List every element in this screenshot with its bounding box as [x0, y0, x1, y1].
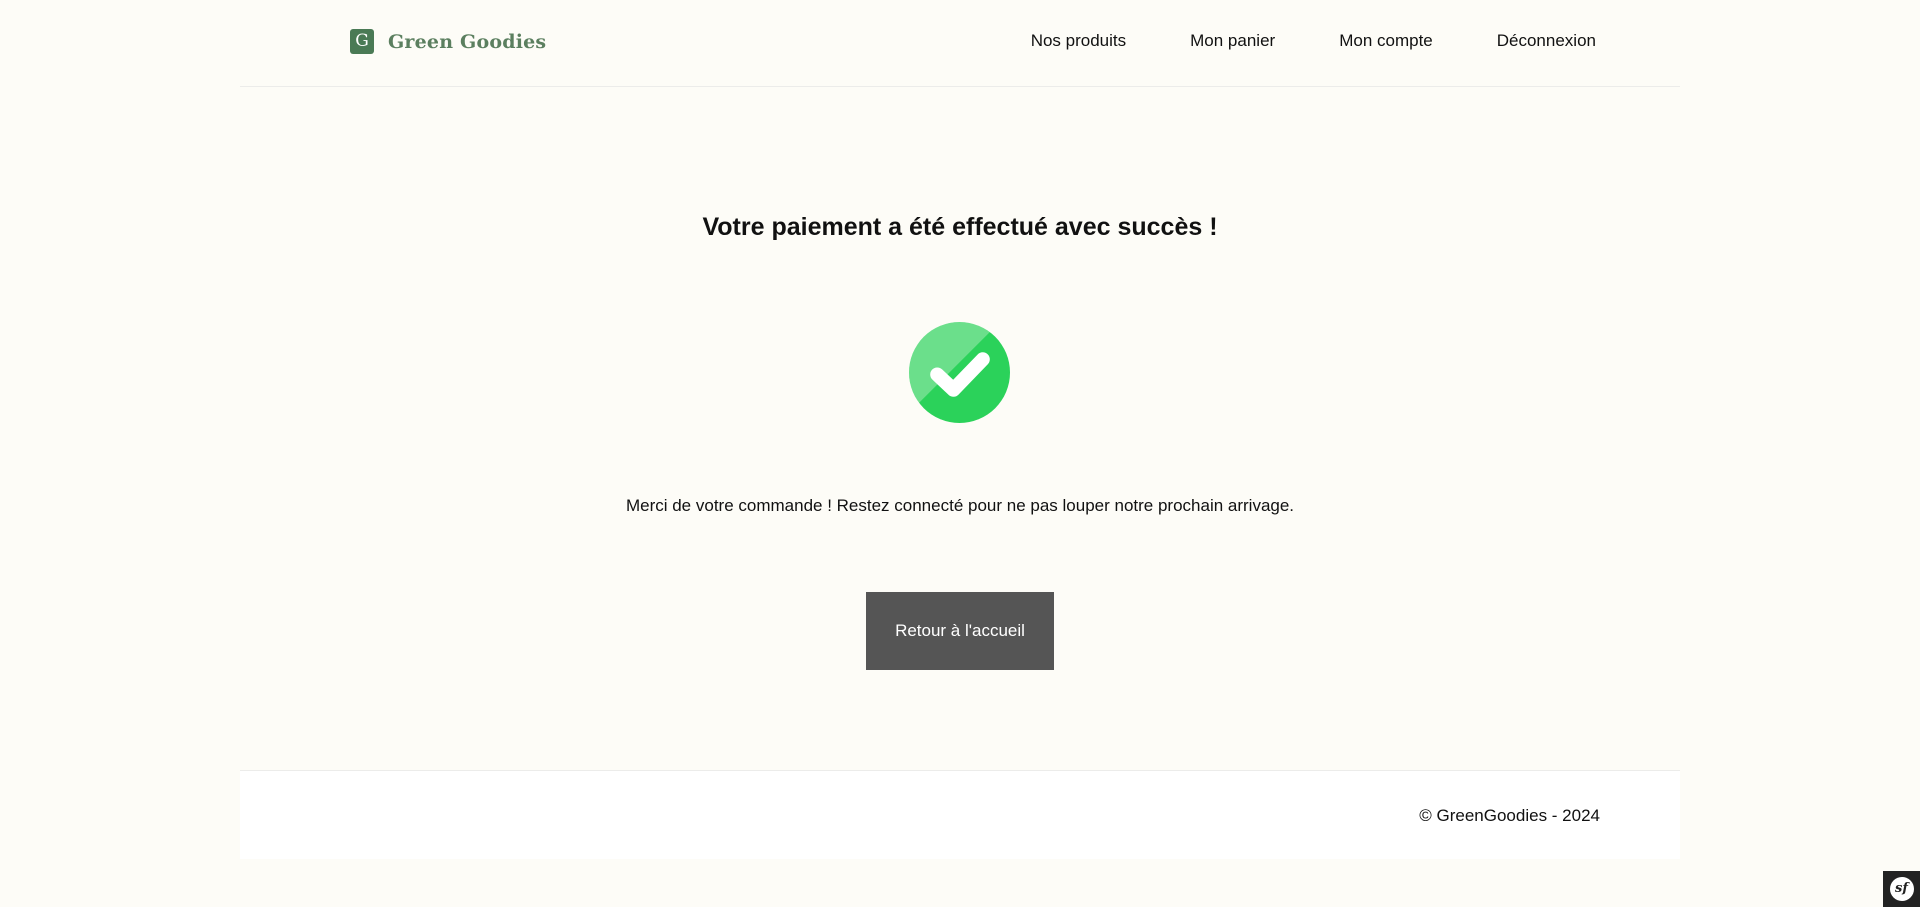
- symfony-icon: sf: [1889, 877, 1914, 901]
- nav-item-products[interactable]: Nos produits: [1031, 31, 1126, 51]
- main-content: Votre paiement a été effectué avec succè…: [240, 86, 1680, 770]
- nav-item-logout[interactable]: Déconnexion: [1497, 31, 1596, 51]
- thank-you-message: Merci de votre commande ! Restez connect…: [625, 496, 1295, 515]
- back-home-button[interactable]: Retour à l'accueil: [866, 592, 1054, 670]
- logo-icon: G: [350, 29, 374, 54]
- nav-item-account[interactable]: Mon compte: [1339, 31, 1433, 51]
- copyright-text: © GreenGoodies - 2024: [1419, 806, 1600, 825]
- page: G Green Goodies Nos produits Mon panier …: [0, 0, 1920, 907]
- debug-toolbar-toggle[interactable]: sf: [1883, 871, 1920, 907]
- logo-text: Green Goodies: [388, 30, 547, 53]
- main-nav: Nos produits Mon panier Mon compte Décon…: [1031, 31, 1596, 51]
- nav-item-cart[interactable]: Mon panier: [1190, 31, 1275, 51]
- site-footer: © GreenGoodies - 2024: [240, 770, 1680, 859]
- site-header: G Green Goodies Nos produits Mon panier …: [240, 0, 1680, 87]
- page-title: Votre paiement a été effectué avec succè…: [702, 213, 1218, 241]
- success-check-icon: [909, 322, 1010, 423]
- site-logo-link[interactable]: G Green Goodies: [350, 29, 546, 54]
